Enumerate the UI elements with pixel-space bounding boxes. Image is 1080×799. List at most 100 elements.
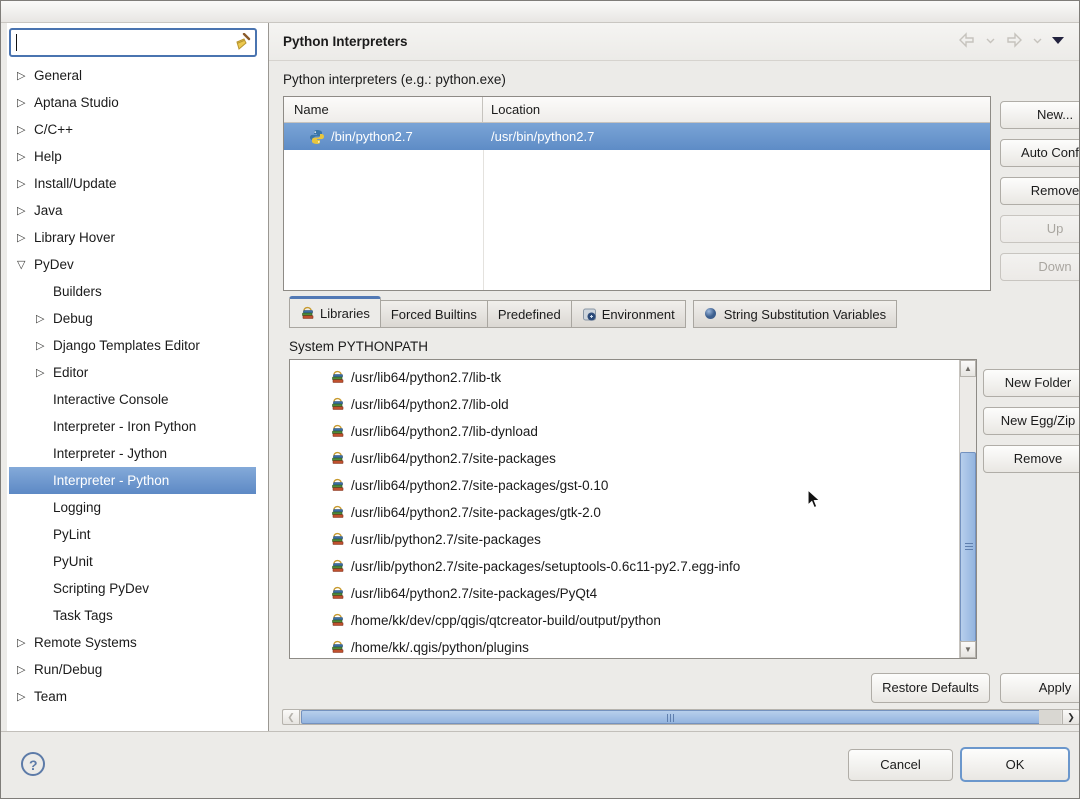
expander-collapsed-icon[interactable]: ▷ [17,204,34,217]
ok-button[interactable]: OK [960,747,1070,782]
tab-string-substitution-variables[interactable]: String Substitution Variables [693,300,897,328]
forward-icon[interactable] [1004,31,1024,49]
interpreters-table: Name Location /bin/python2.7/usr/bin/pyt… [283,96,991,291]
sidebar-item-task-tags[interactable]: Task Tags [9,602,256,629]
sidebar-item-interpreter-jython[interactable]: Interpreter - Jython [9,440,256,467]
sidebar-item-general[interactable]: ▷General [9,62,256,89]
pythonpath-entry[interactable]: /usr/lib64/python2.7/lib-old [290,391,959,418]
back-dropdown-icon[interactable] [986,37,995,44]
tab-forced-builtins[interactable]: Forced Builtins [381,300,488,328]
dialog-button-bar: ? Cancel OK [1,731,1079,799]
scroll-up-icon[interactable]: ▲ [960,360,976,377]
sidebar-item-debug[interactable]: ▷Debug [9,305,256,332]
sidebar-item-interactive-console[interactable]: Interactive Console [9,386,256,413]
interpreters-table-body: /bin/python2.7/usr/bin/python2.7 [284,123,990,290]
tab-predefined[interactable]: Predefined [488,300,572,328]
sidebar-item-aptana-studio[interactable]: ▷Aptana Studio [9,89,256,116]
scroll-left-icon[interactable]: ❮ [283,710,300,724]
pythonpath-entry-text: /usr/lib64/python2.7/site-packages/gtk-2… [351,505,601,520]
pythonpath-entry[interactable]: /usr/lib64/python2.7/site-packages [290,445,959,472]
forward-dropdown-icon[interactable] [1033,37,1042,44]
expander-collapsed-icon[interactable]: ▷ [36,312,53,325]
vertical-scrollbar-thumb[interactable] [960,452,976,642]
up-button[interactable]: Up [1000,215,1080,243]
sidebar-item-logging[interactable]: Logging [9,494,256,521]
down-button[interactable]: Down [1000,253,1080,281]
sidebar-item-run-debug[interactable]: ▷Run/Debug [9,656,256,683]
scroll-down-icon[interactable]: ▼ [960,641,976,658]
cancel-button[interactable]: Cancel [848,749,953,781]
restore-defaults-button[interactable]: Restore Defaults [871,673,990,703]
interpreters-table-header: Name Location [284,97,990,123]
interpreter-location: /usr/bin/python2.7 [483,129,990,144]
expander-collapsed-icon[interactable]: ▷ [17,96,34,109]
remove-button[interactable]: Remove [1000,177,1080,205]
sidebar-item-builders[interactable]: Builders [9,278,256,305]
sidebar-item-library-hover[interactable]: ▷Library Hover [9,224,256,251]
auto-config-button[interactable]: Auto Config [1000,139,1080,167]
expander-collapsed-icon[interactable]: ▷ [17,231,34,244]
expander-collapsed-icon[interactable]: ▷ [17,690,34,703]
pythonpath-entry[interactable]: /usr/lib64/python2.7/lib-dynload [290,418,959,445]
scroll-right-icon[interactable]: ❯ [1062,710,1079,724]
new-egg-zip-button[interactable]: New Egg/Zip [983,407,1080,435]
interpreter-row[interactable]: /bin/python2.7/usr/bin/python2.7 [284,123,990,150]
sidebar-item-scripting-pydev[interactable]: Scripting PyDev [9,575,256,602]
sidebar-item-label: Debug [53,311,93,326]
tab-libraries[interactable]: Libraries [289,296,381,328]
expander-collapsed-icon[interactable]: ▷ [17,636,34,649]
pythonpath-entry[interactable]: /usr/lib/python2.7/site-packages/setupto… [290,553,959,580]
back-icon[interactable] [957,31,977,49]
column-header-location[interactable]: Location [483,97,990,122]
expander-collapsed-icon[interactable]: ▷ [36,366,53,379]
horizontal-scrollbar-thumb[interactable] [301,710,1041,724]
expander-expanded-icon[interactable]: ▽ [17,258,34,271]
sidebar-item-install-update[interactable]: ▷Install/Update [9,170,256,197]
mouse-cursor [807,489,821,510]
pythonpath-entry[interactable]: /home/kk/dev/cpp/qgis/qtcreator-build/ou… [290,607,959,634]
horizontal-scrollbar[interactable]: ❮ ❯ [282,709,1080,725]
tab-environment[interactable]: Environment [572,300,686,328]
view-menu-icon[interactable] [1051,35,1065,45]
sidebar-item-label: Run/Debug [34,662,102,677]
sidebar-item-remote-systems[interactable]: ▷Remote Systems [9,629,256,656]
remove-button[interactable]: Remove [983,445,1080,473]
sidebar-item-label: Library Hover [34,230,115,245]
pythonpath-entry[interactable]: /usr/lib64/python2.7/site-packages/PyQt4 [290,580,959,607]
expander-collapsed-icon[interactable]: ▷ [17,150,34,163]
sidebar-item-pydev[interactable]: ▽PyDev [9,251,256,278]
scrollbar-track[interactable] [1039,710,1061,724]
help-button[interactable]: ? [21,752,45,776]
sidebar-item-interpreter-iron-python[interactable]: Interpreter - Iron Python [9,413,256,440]
library-folder-icon [330,613,345,628]
expander-collapsed-icon[interactable]: ▷ [36,339,53,352]
pythonpath-entry[interactable]: /usr/lib64/python2.7/lib-tk [290,364,959,391]
expander-collapsed-icon[interactable]: ▷ [17,663,34,676]
expander-collapsed-icon[interactable]: ▷ [17,69,34,82]
apply-button[interactable]: Apply [1000,673,1080,703]
sidebar-item-editor[interactable]: ▷Editor [9,359,256,386]
sidebar-item-pyunit[interactable]: PyUnit [9,548,256,575]
pythonpath-entry[interactable]: /usr/lib/python2.7/site-packages [290,526,959,553]
page-header: Python Interpreters [269,23,1079,61]
new-folder-button[interactable]: New Folder [983,369,1080,397]
new-button[interactable]: New... [1000,101,1080,129]
pythonpath-entry[interactable]: /usr/lib64/python2.7/site-packages/gst-0… [290,472,959,499]
pythonpath-entry[interactable]: /usr/lib64/python2.7/site-packages/gtk-2… [290,499,959,526]
sidebar-item-java[interactable]: ▷Java [9,197,256,224]
filter-search-input[interactable] [13,32,227,53]
clear-filter-broom-icon[interactable] [232,33,251,52]
sidebar-item-interpreter-python[interactable]: Interpreter - Python [9,467,256,494]
column-header-name[interactable]: Name [284,97,483,122]
sidebar-item-help[interactable]: ▷Help [9,143,256,170]
expander-collapsed-icon[interactable]: ▷ [17,123,34,136]
sidebar-item-label: C/C++ [34,122,73,137]
sidebar-item-c-c[interactable]: ▷C/C++ [9,116,256,143]
expander-collapsed-icon[interactable]: ▷ [17,177,34,190]
pythonpath-entry[interactable]: /home/kk/.qgis/python/plugins [290,634,959,659]
vertical-scrollbar[interactable]: ▲ ▼ [959,360,976,658]
sidebar-item-pylint[interactable]: PyLint [9,521,256,548]
sidebar-item-team[interactable]: ▷Team [9,683,256,710]
sidebar-item-label: Task Tags [53,608,113,623]
sidebar-item-django-templates-editor[interactable]: ▷Django Templates Editor [9,332,256,359]
